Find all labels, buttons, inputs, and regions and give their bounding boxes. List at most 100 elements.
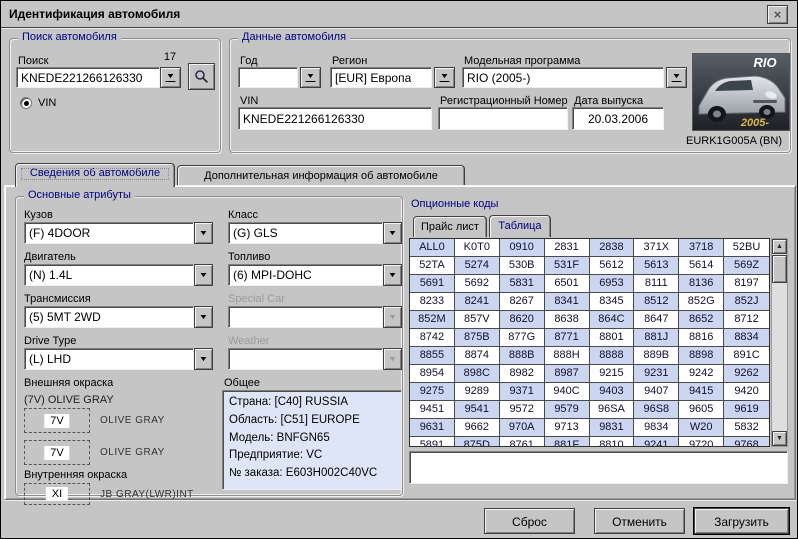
search-input[interactable] (16, 67, 160, 88)
option-code-cell[interactable]: 881F (545, 437, 590, 447)
option-code-cell[interactable]: 8771 (545, 329, 590, 347)
option-code-cell[interactable]: 52BU (724, 239, 769, 257)
option-code-cell[interactable]: 888H (545, 347, 590, 365)
option-code-cell[interactable]: 5614 (679, 257, 724, 275)
option-code-cell[interactable]: 569Z (724, 257, 769, 275)
vin-input[interactable] (238, 107, 432, 130)
option-code-cell[interactable]: 96S8 (634, 401, 679, 419)
option-code-cell[interactable]: 8712 (724, 311, 769, 329)
option-code-cell[interactable]: 9420 (724, 383, 769, 401)
option-code-cell[interactable]: 5274 (455, 257, 500, 275)
option-code-cell[interactable]: 9407 (634, 383, 679, 401)
option-code-cell[interactable]: 9605 (679, 401, 724, 419)
option-code-cell[interactable]: 8987 (545, 365, 590, 383)
option-code-cell[interactable]: 96SA (590, 401, 635, 419)
option-code-cell[interactable]: 8954 (410, 365, 455, 383)
option-code-cell[interactable]: 5692 (455, 275, 500, 293)
tab-table[interactable]: Таблица (489, 215, 551, 237)
option-code-cell[interactable]: 52TA (410, 257, 455, 275)
option-code-cell[interactable]: 8816 (679, 329, 724, 347)
option-code-cell[interactable]: 5831 (500, 275, 545, 293)
option-code-cell[interactable]: 9662 (455, 419, 500, 437)
option-code-cell[interactable]: 852M (410, 311, 455, 329)
option-code-cell[interactable]: 9241 (634, 437, 679, 447)
option-code-description-box[interactable] (409, 451, 788, 484)
option-code-cell[interactable]: 8136 (679, 275, 724, 293)
option-code-cell[interactable]: 9289 (455, 383, 500, 401)
class-combo-arrow-button[interactable]: ▼ (383, 222, 402, 244)
scrollbar-thumb[interactable] (772, 255, 787, 283)
option-code-cell[interactable]: 8512 (634, 293, 679, 311)
scroll-up-button[interactable]: ▲ (772, 239, 787, 254)
option-code-cell[interactable]: 889B (634, 347, 679, 365)
option-code-cell[interactable]: 9262 (724, 365, 769, 383)
body-combobox[interactable]: (F) 4DOOR (24, 222, 194, 244)
option-code-cell[interactable]: 852J (724, 293, 769, 311)
option-code-cell[interactable]: ALL0 (410, 239, 455, 257)
option-code-cell[interactable]: 940C (545, 383, 590, 401)
option-code-cell[interactable]: 531F (545, 257, 590, 275)
option-code-cell[interactable]: 8888 (590, 347, 635, 365)
option-code-cell[interactable]: 8810 (590, 437, 635, 447)
fuel-combo-arrow-button[interactable]: ▼ (383, 264, 402, 286)
option-code-cell[interactable]: 8197 (724, 275, 769, 293)
option-code-cell[interactable]: 9275 (410, 383, 455, 401)
option-code-cell[interactable]: 898C (455, 365, 500, 383)
option-code-cell[interactable]: 857V (455, 311, 500, 329)
option-code-cell[interactable]: 8898 (679, 347, 724, 365)
scroll-down-button[interactable]: ▼ (772, 431, 787, 446)
model-program-dropdown-button[interactable]: ▼ (666, 67, 687, 88)
option-code-cell[interactable]: 9415 (679, 383, 724, 401)
engine-combo-arrow-button[interactable]: ▼ (194, 264, 213, 286)
option-code-cell[interactable]: 8742 (410, 329, 455, 347)
search-button[interactable] (188, 63, 215, 90)
option-code-cell[interactable]: 5691 (410, 275, 455, 293)
option-code-cell[interactable]: 9834 (634, 419, 679, 437)
reset-button[interactable]: Сброс (484, 508, 575, 534)
region-input[interactable] (330, 67, 432, 88)
option-code-cell[interactable]: 2838 (590, 239, 635, 257)
release-date-input[interactable] (572, 107, 664, 130)
cancel-button[interactable]: Отменить (594, 508, 685, 534)
option-code-cell[interactable]: 6501 (545, 275, 590, 293)
option-code-cell[interactable]: 970A (500, 419, 545, 437)
option-code-cell[interactable]: 8801 (590, 329, 635, 347)
tab-additional-info[interactable]: Дополнительная информация об автомобиле (177, 165, 465, 187)
option-code-cell[interactable]: 8874 (455, 347, 500, 365)
option-code-cell[interactable]: 875D (455, 437, 500, 447)
option-code-cell[interactable]: 8620 (500, 311, 545, 329)
option-code-cell[interactable]: 5832 (724, 419, 769, 437)
year-dropdown-button[interactable]: ▼ (300, 67, 321, 88)
option-code-cell[interactable]: 9579 (545, 401, 590, 419)
option-grid-scrollbar[interactable]: ▲ ▼ (771, 238, 788, 447)
class-combobox[interactable]: (G) GLS (228, 222, 383, 244)
option-code-cell[interactable]: 8233 (410, 293, 455, 311)
body-combo-arrow-button[interactable]: ▼ (194, 222, 213, 244)
engine-combobox[interactable]: (N) 1.4L (24, 264, 194, 286)
region-dropdown-button[interactable]: ▼ (434, 67, 455, 88)
option-code-cell[interactable]: 9572 (500, 401, 545, 419)
option-code-cell[interactable]: 0910 (500, 239, 545, 257)
option-code-cell[interactable]: 881J (634, 329, 679, 347)
option-code-cell[interactable]: 9403 (590, 383, 635, 401)
option-code-cell[interactable]: 875B (455, 329, 500, 347)
option-code-cell[interactable]: 8761 (500, 437, 545, 447)
option-code-cell[interactable]: 9541 (455, 401, 500, 419)
option-code-cell[interactable]: W20 (679, 419, 724, 437)
option-code-cell[interactable]: 8855 (410, 347, 455, 365)
year-input[interactable] (238, 67, 298, 88)
option-code-cell[interactable]: 9371 (500, 383, 545, 401)
option-code-cell[interactable]: 8111 (634, 275, 679, 293)
option-code-cell[interactable]: 9451 (410, 401, 455, 419)
model-program-input[interactable] (462, 67, 664, 88)
option-code-cell[interactable]: 9242 (679, 365, 724, 383)
load-button[interactable]: Загрузить (694, 508, 789, 534)
tab-car-info[interactable]: Сведения об автомобиле (15, 163, 175, 187)
option-code-cell[interactable]: 2831 (545, 239, 590, 257)
option-code-cell[interactable]: 9231 (634, 365, 679, 383)
transmission-combo-arrow-button[interactable]: ▼ (194, 306, 213, 328)
option-code-cell[interactable]: 864C (590, 311, 635, 329)
tab-price-list[interactable]: Прайс лист (413, 216, 487, 237)
option-code-cell[interactable]: 9215 (590, 365, 635, 383)
option-code-cell[interactable]: 9631 (410, 419, 455, 437)
